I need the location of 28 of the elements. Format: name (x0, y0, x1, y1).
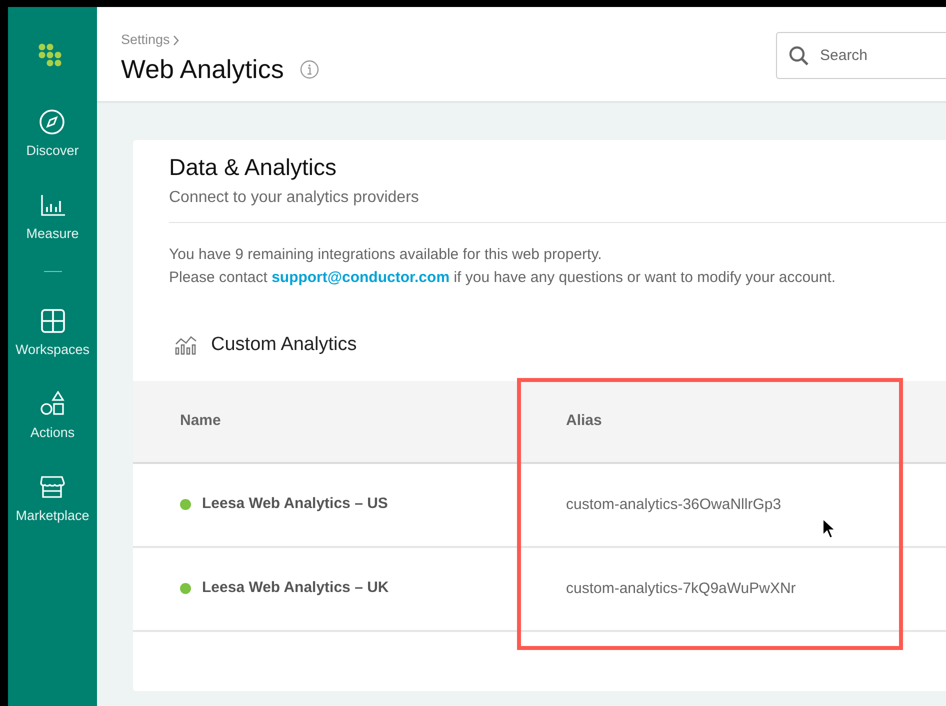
card-subtitle: Connect to your analytics providers (169, 186, 946, 223)
page-title: Web Analytics (121, 54, 284, 86)
search-field[interactable]: Search (776, 32, 946, 79)
nav-label[interactable]: Actions (30, 423, 75, 444)
section-title: Custom Analytics (211, 332, 357, 357)
notice-text: You have 9 remaining integrations available for this web property. (169, 244, 603, 265)
contact-text: Please contact support@conductor.com if you have any questions or want to modify your account. (169, 268, 837, 288)
card-title: Data & Analytics (169, 154, 338, 182)
column-header: Alias (565, 381, 946, 464)
mouse-pointer-icon (822, 518, 836, 539)
grid-icon (40, 308, 66, 334)
storefront-icon (39, 474, 66, 500)
integration-name: Leesa Web Analytics – UK (202, 578, 389, 598)
integration-name: Leesa Web Analytics – US (202, 494, 388, 514)
email-link[interactable]: support@conductor.com (272, 268, 450, 286)
column-header: Name (133, 381, 565, 464)
nav-label[interactable]: Measure (26, 224, 79, 244)
nav-label[interactable]: Discover (26, 141, 79, 162)
nav-label[interactable]: Marketplace (16, 506, 90, 526)
alias-cell: custom-analytics-7kQ9aWuPwXNr (565, 547, 946, 632)
compass-icon (39, 109, 66, 135)
chart-icon (175, 334, 197, 355)
breadcrumb-link[interactable]: Settings (121, 30, 170, 50)
bar-chart-icon (40, 192, 66, 218)
chevron-icon (172, 34, 179, 46)
shapes-icon (40, 391, 66, 417)
info-icon[interactable] (300, 60, 319, 80)
nav-label[interactable]: Workspaces (15, 340, 90, 360)
